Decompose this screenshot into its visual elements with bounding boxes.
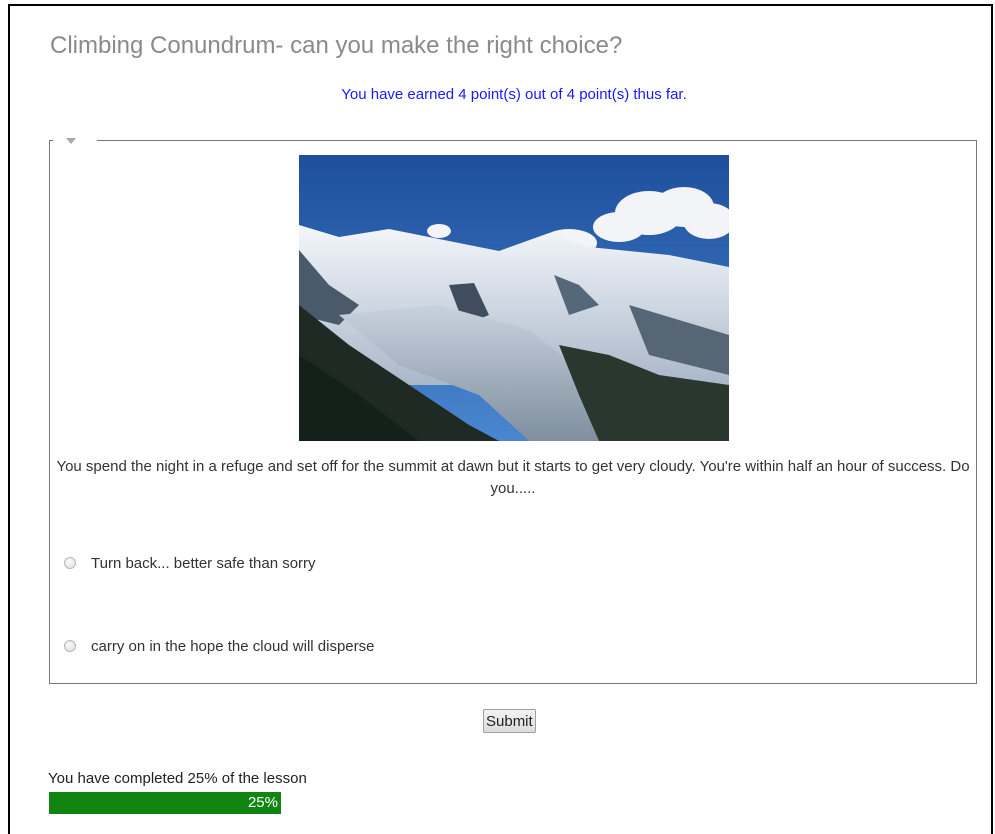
progress-fill: 25% (49, 792, 281, 814)
answer-option-carry-on[interactable]: carry on in the hope the cloud will disp… (64, 636, 375, 656)
points-message: You have earned 4 point(s) out of 4 poin… (341, 86, 687, 103)
collapse-arrow-icon[interactable] (66, 138, 76, 144)
option-label: Turn back... better safe than sorry (91, 554, 316, 572)
answer-option-turn-back[interactable]: Turn back... better safe than sorry (64, 553, 316, 573)
mountain-photo (299, 155, 729, 441)
progress-bar: 25% (49, 792, 977, 814)
radio-button[interactable] (64, 640, 76, 652)
option-label: carry on in the hope the cloud will disp… (91, 637, 375, 655)
lesson-title: Climbing Conundrum- can you make the rig… (50, 32, 623, 59)
radio-button[interactable] (64, 557, 76, 569)
submit-button[interactable]: Submit (483, 709, 536, 733)
progress-label: You have completed 25% of the lesson (48, 770, 307, 787)
question-text: You spend the night in a refuge and set … (56, 458, 970, 497)
